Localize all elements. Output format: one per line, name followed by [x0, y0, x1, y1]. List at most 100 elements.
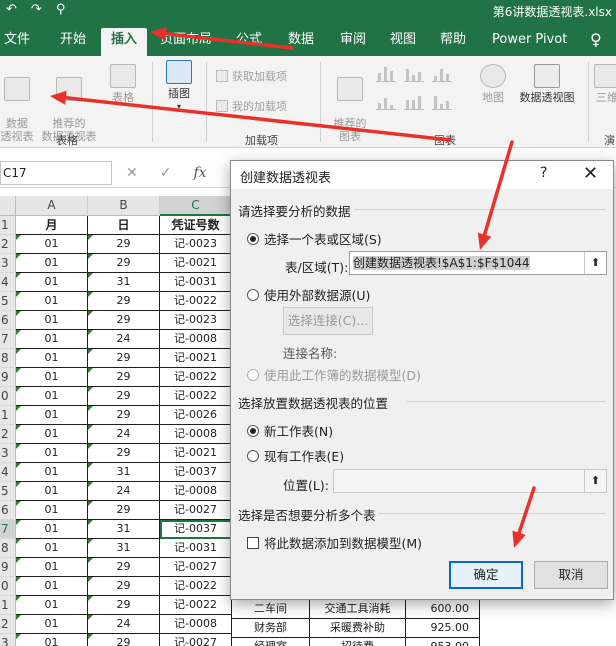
- radio-select-table[interactable]: 选择一个表或区域(S): [247, 229, 382, 248]
- table-cell[interactable]: 01: [16, 425, 88, 444]
- add-to-data-model-checkbox[interactable]: 将此数据添加到数据模型(M): [247, 533, 422, 552]
- column-title-cell[interactable]: 月: [16, 216, 88, 235]
- radio-data-model[interactable]: 使用此工作簿的数据模型(D): [247, 365, 421, 384]
- tab-view[interactable]: 视图: [390, 28, 416, 56]
- table-cell[interactable]: 记-0031: [160, 539, 232, 558]
- tab-data[interactable]: 数据: [288, 28, 314, 56]
- statistic-chart-icon[interactable]: [432, 66, 452, 82]
- scatter-chart-icon[interactable]: [432, 94, 452, 110]
- table-cell[interactable]: 24: [88, 615, 160, 634]
- cancel-icon[interactable]: ✕: [126, 165, 138, 181]
- table-cell[interactable]: 24: [88, 425, 160, 444]
- row-header[interactable]: 7: [0, 330, 16, 349]
- table-cell[interactable]: 01: [16, 330, 88, 349]
- row-header[interactable]: 6: [0, 311, 16, 330]
- row-header[interactable]: 6: [0, 501, 16, 520]
- row-header[interactable]: 8: [0, 349, 16, 368]
- table-cell[interactable]: 记-0027: [160, 501, 232, 520]
- close-button[interactable]: ✕: [583, 163, 598, 184]
- table-cell[interactable]: 01: [16, 596, 88, 615]
- row-header[interactable]: 9: [0, 368, 16, 387]
- table-cell[interactable]: 24: [88, 482, 160, 501]
- table-cell[interactable]: 31: [88, 273, 160, 292]
- table-cell[interactable]: 记-0037: [160, 463, 232, 482]
- insert-function-icon[interactable]: fx: [193, 165, 206, 181]
- table-cell[interactable]: 29: [88, 349, 160, 368]
- tab-insert[interactable]: 插入: [101, 28, 148, 56]
- table-cell[interactable]: 记-0031: [160, 273, 232, 292]
- 3d-map-button[interactable]: 三维: [594, 64, 616, 104]
- table-cell[interactable]: 记-0022: [160, 368, 232, 387]
- table-cell[interactable]: 记-0022: [160, 292, 232, 311]
- row-header[interactable]: 1: [0, 596, 16, 615]
- table-cell[interactable]: 01: [16, 368, 88, 387]
- row-header[interactable]: 3: [0, 254, 16, 273]
- tab-page-layout[interactable]: 页面布局: [160, 28, 212, 56]
- line-chart-icon[interactable]: [376, 94, 396, 110]
- lightbulb-icon[interactable]: ♀: [590, 28, 602, 56]
- table-cell[interactable]: 记-0021: [160, 349, 232, 368]
- table-cell[interactable]: 29: [88, 444, 160, 463]
- table-cell[interactable]: 记-0023: [160, 235, 232, 254]
- tab-help[interactable]: 帮助: [440, 28, 466, 56]
- table-cell[interactable]: 01: [16, 254, 88, 273]
- table-cell[interactable]: 01: [16, 444, 88, 463]
- radio-external-source[interactable]: 使用外部数据源(U): [247, 285, 370, 304]
- column-title-cell[interactable]: 日: [88, 216, 160, 235]
- select-all-corner[interactable]: [0, 196, 16, 216]
- table-cell[interactable]: 记-0008: [160, 330, 232, 349]
- table-cell[interactable]: 29: [88, 368, 160, 387]
- help-button[interactable]: ?: [540, 165, 547, 181]
- table-cell[interactable]: 二车间: [232, 600, 310, 619]
- table-cell[interactable]: 01: [16, 539, 88, 558]
- column-chart-icon[interactable]: [376, 66, 396, 82]
- table-cell[interactable]: 01: [16, 235, 88, 254]
- table-cell[interactable]: 01: [16, 311, 88, 330]
- radio-new-sheet[interactable]: 新工作表(N): [247, 421, 333, 440]
- table-cell[interactable]: 01: [16, 482, 88, 501]
- table-cell[interactable]: 01: [16, 349, 88, 368]
- table-cell[interactable]: 记-0023: [160, 311, 232, 330]
- location-input[interactable]: [333, 469, 607, 493]
- table-cell[interactable]: 01: [16, 406, 88, 425]
- row-header[interactable]: 4: [0, 273, 16, 292]
- table-cell[interactable]: 01: [16, 292, 88, 311]
- collapse-dialog-icon[interactable]: ⬆: [584, 470, 606, 492]
- undo-icon[interactable]: ↶: [6, 2, 17, 17]
- column-header-a[interactable]: A: [16, 196, 88, 216]
- table-cell[interactable]: 01: [16, 634, 88, 646]
- column-title-cell[interactable]: 凭证号数: [160, 216, 232, 235]
- table-cell[interactable]: 31: [88, 463, 160, 482]
- choose-connection-button[interactable]: 选择连接(C)...: [283, 307, 373, 335]
- table-cell[interactable]: 01: [16, 463, 88, 482]
- touch-mode-icon[interactable]: ⚲: [56, 2, 66, 17]
- table-cell[interactable]: 记-0026: [160, 406, 232, 425]
- table-cell[interactable]: 记-0008: [160, 615, 232, 634]
- table-cell[interactable]: 925.00: [406, 619, 480, 638]
- tab-power-pivot[interactable]: Power Pivot: [492, 28, 567, 56]
- pivot-table-button[interactable]: 数据 透视表: [0, 64, 34, 143]
- row-header[interactable]: 2: [0, 425, 16, 444]
- table-cell[interactable]: 记-0022: [160, 596, 232, 615]
- cancel-button[interactable]: 取消: [534, 561, 608, 589]
- name-box[interactable]: C17: [0, 161, 112, 185]
- table-cell[interactable]: 记-0021: [160, 444, 232, 463]
- recommended-charts-button[interactable]: 推荐的 图表: [330, 64, 370, 143]
- row-header[interactable]: 2: [0, 615, 16, 634]
- row-header[interactable]: 2: [0, 235, 16, 254]
- pie-chart-icon[interactable]: [404, 94, 424, 110]
- table-cell[interactable]: 01: [16, 577, 88, 596]
- table-cell[interactable]: 01: [16, 501, 88, 520]
- row-header[interactable]: 7: [0, 520, 16, 539]
- row-header[interactable]: 0: [0, 387, 16, 406]
- redo-icon[interactable]: ↷: [31, 2, 42, 17]
- row-header[interactable]: 3: [0, 634, 16, 646]
- table-cell[interactable]: 01: [16, 615, 88, 634]
- table-cell[interactable]: 29: [88, 292, 160, 311]
- column-header-b[interactable]: B: [88, 196, 160, 216]
- row-header[interactable]: 8: [0, 539, 16, 558]
- tab-home[interactable]: 开始: [60, 28, 86, 56]
- tab-review[interactable]: 审阅: [340, 28, 366, 56]
- enter-icon[interactable]: ✓: [160, 165, 172, 181]
- table-cell[interactable]: 财务部: [232, 619, 310, 638]
